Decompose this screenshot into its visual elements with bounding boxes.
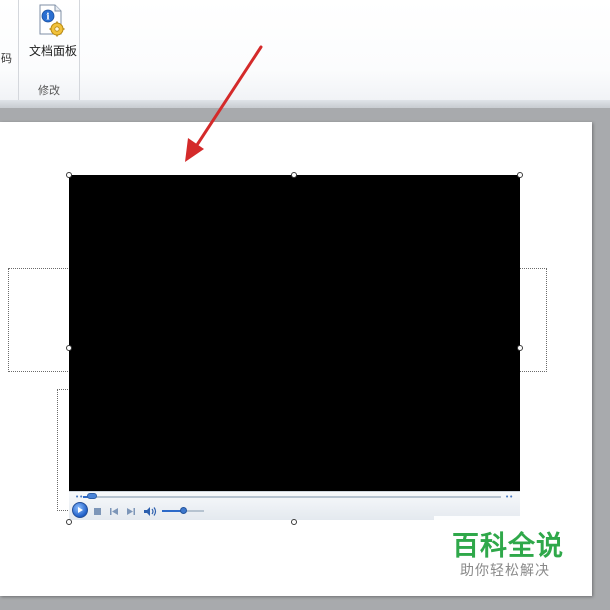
ribbon-group-previous: 码 [0,0,19,100]
placeholder-box-right[interactable] [518,268,547,372]
stop-icon [93,507,101,515]
resize-handle-top-right[interactable] [517,172,523,178]
ribbon-group-label: 修改 [38,84,60,97]
stop-button[interactable] [92,504,102,518]
svg-text:i: i [46,13,50,23]
resize-handle-bottom-left[interactable] [66,519,72,525]
document-info-gear-icon: i [39,4,65,37]
ribbon-divider [0,100,610,108]
watermark-title: 百科全说 [452,531,564,562]
resize-handle-top-center[interactable] [291,172,297,178]
watermark: 百科全说 助你轻松解决 [434,516,584,582]
document-panel-label: 文档面板 [28,44,77,58]
previous-button[interactable] [109,504,119,518]
mute-button[interactable] [143,504,157,518]
next-button[interactable] [125,504,135,518]
resize-handle-middle-right[interactable] [517,345,523,351]
play-icon [78,507,83,513]
previous-icon [109,507,118,515]
resize-handle-bottom-center[interactable] [291,519,297,525]
volume-thumb[interactable] [179,507,187,514]
video-screen[interactable] [69,175,520,491]
ribbon: 码 i 文档面板 修改 [0,0,610,101]
resize-handle-middle-left[interactable] [66,345,72,351]
seek-end-marker-icon: •• [505,493,514,501]
document-panel-button[interactable]: i 文档面板 [23,2,79,62]
resize-handle-top-left[interactable] [66,172,72,178]
watermark-subtitle: 助你轻松解决 [460,563,550,579]
embedded-video[interactable]: •• •• [69,175,520,520]
seek-thumb[interactable] [87,493,98,499]
ribbon-group-modify: i 文档面板 修改 [19,0,80,100]
seek-bar[interactable] [83,496,501,498]
placeholder-box-left[interactable] [8,268,70,372]
volume-icon [143,506,156,516]
truncated-ribbon-label[interactable]: 码 [0,50,12,66]
play-button[interactable] [72,502,88,518]
next-icon [126,507,135,515]
